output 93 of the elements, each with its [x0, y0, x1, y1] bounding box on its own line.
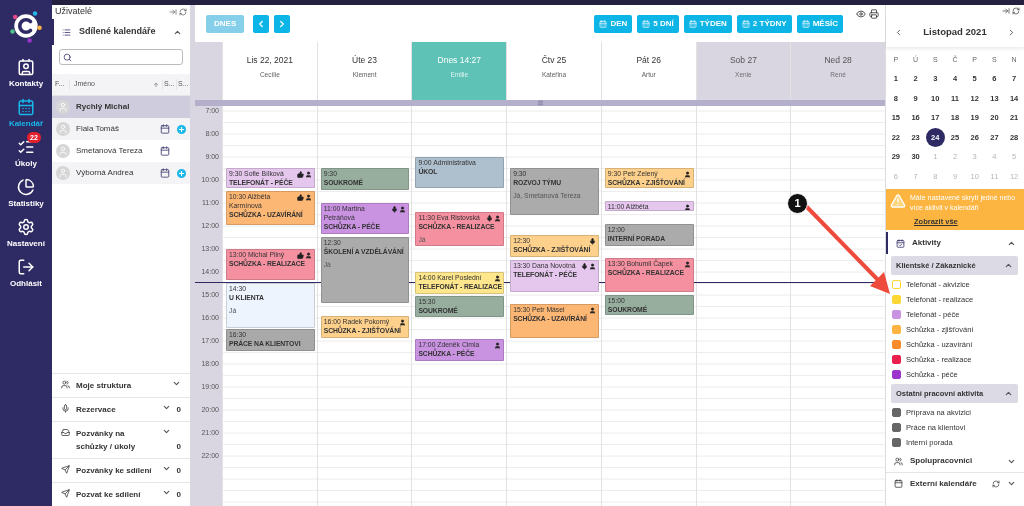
search-field[interactable]	[59, 49, 183, 65]
count-label: 0	[176, 489, 181, 501]
search-icon	[63, 52, 72, 62]
calendar-icon	[17, 98, 35, 116]
nav-item[interactable]: Kalendář	[0, 94, 52, 134]
section-label: Pozvánky na schůzky / úkoly	[76, 428, 137, 453]
caret-down-icon	[161, 427, 171, 436]
section-header[interactable]: Externí kalendáře	[886, 472, 1024, 495]
user-name: Smetanová Tereza	[76, 145, 144, 157]
calendar-icon	[599, 19, 608, 28]
collapse-icon[interactable]	[1002, 7, 1010, 15]
nav-item[interactable]: Statistiky	[0, 174, 52, 214]
contact-card-icon	[17, 58, 35, 76]
calendar-icon[interactable]	[160, 146, 170, 156]
section-label: Pozvánky ke sdílení	[76, 465, 153, 477]
previous-month-icon[interactable]	[894, 27, 903, 37]
calendar-icon	[894, 479, 903, 489]
avatar	[56, 166, 70, 180]
calendar-check-icon	[896, 238, 905, 248]
panel-title: Uživatelé	[55, 5, 93, 19]
list-icon	[62, 27, 71, 37]
print-icon[interactable]	[869, 9, 879, 19]
inbox-icon	[61, 428, 70, 437]
activity-checkbox[interactable]	[892, 340, 901, 350]
user-name: Rychlý Michal	[76, 101, 131, 113]
caret-down-icon	[161, 403, 171, 412]
add-icon[interactable]	[176, 168, 186, 178]
section-label: Rezervace	[76, 404, 117, 416]
refresh-icon	[992, 479, 1000, 488]
day-column[interactable]	[790, 106, 885, 506]
caret-down-icon	[161, 488, 171, 497]
settings-icon	[17, 218, 35, 236]
activity-checkbox[interactable]	[892, 355, 901, 365]
send-icon	[61, 465, 70, 474]
caret-down-icon	[172, 379, 181, 388]
day-date: Pát 26	[636, 54, 661, 67]
count-label: 0	[176, 465, 181, 477]
nav-item[interactable]: Nastavení	[0, 214, 52, 254]
activity-checkbox[interactable]	[892, 438, 901, 448]
send-icon	[61, 489, 70, 498]
user-row[interactable]: Výborná Andrea	[52, 162, 190, 184]
microphone-icon	[61, 404, 70, 413]
section-header[interactable]: Spolupracovníci	[886, 450, 1024, 473]
warning-icon	[890, 193, 906, 209]
next-button[interactable]	[274, 14, 291, 33]
count-label: 0	[176, 441, 181, 453]
sort-icon	[153, 81, 159, 88]
add-icon[interactable]	[176, 124, 186, 134]
user-name: Fiala Tomáš	[76, 123, 120, 135]
day-date: Lis 22, 2021	[246, 54, 293, 67]
day-date: Čtv 25	[541, 54, 567, 67]
section-label: Pozvat ke sdílení	[76, 489, 142, 501]
app-logo	[8, 8, 44, 44]
calendar-icon[interactable]	[160, 168, 170, 178]
count-label: 0	[176, 404, 181, 416]
logout-icon	[17, 258, 35, 276]
day-date: Úte 23	[352, 54, 378, 67]
month-title: Listopad 2021	[922, 24, 988, 39]
activity-checkbox[interactable]	[892, 408, 901, 418]
calendar-icon	[642, 19, 651, 28]
calendar-icon[interactable]	[160, 124, 170, 134]
avatar	[56, 122, 70, 136]
refresh-icon[interactable]	[1012, 7, 1020, 15]
section-label: Moje struktura	[76, 380, 133, 392]
checklist-icon	[17, 138, 35, 156]
collapse-icon[interactable]	[169, 8, 177, 16]
calendar-icon	[741, 19, 750, 28]
people-icon	[894, 456, 903, 466]
pie-chart-icon	[17, 178, 35, 196]
day-date: Dnes 14:27	[437, 54, 481, 67]
caret-down-icon	[161, 464, 171, 473]
eye-icon[interactable]	[856, 9, 866, 19]
activity-checkbox[interactable]	[892, 423, 901, 433]
day-date: Sob 27	[729, 54, 757, 67]
user-row[interactable]: Fiala Tomáš	[52, 118, 190, 140]
next-month-icon[interactable]	[1007, 27, 1016, 37]
section-header[interactable]: Aktivity	[886, 232, 1024, 255]
nav-item[interactable]: Kontakty	[0, 54, 52, 94]
avatar	[56, 100, 70, 114]
nav-item[interactable]: Odhlásit	[0, 254, 52, 294]
user-row[interactable]: Rychlý Michal	[52, 96, 190, 118]
calendar-icon	[688, 19, 697, 28]
activity-checkbox[interactable]	[892, 325, 901, 335]
drag-handle-icon	[536, 100, 544, 106]
activity-checkbox[interactable]	[892, 370, 901, 380]
refresh-icon[interactable]	[179, 8, 187, 16]
calendar-icon	[801, 19, 810, 28]
previous-button[interactable]	[253, 14, 270, 33]
activity-checkbox[interactable]	[892, 310, 901, 320]
day-date: Ned 28	[824, 54, 852, 67]
people-icon	[61, 380, 70, 389]
user-name: Výborná Andrea	[76, 167, 135, 179]
avatar	[56, 144, 70, 158]
